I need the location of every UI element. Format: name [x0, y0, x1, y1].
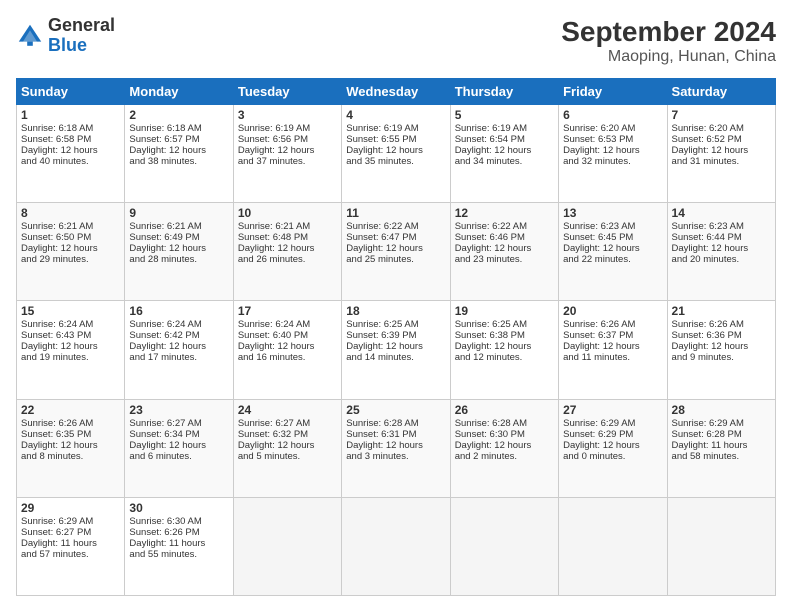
table-row: 15 Sunrise: 6:24 AMSunset: 6:43 PMDaylig…	[17, 301, 776, 399]
col-wednesday: Wednesday	[342, 79, 450, 105]
empty-cell-2	[342, 497, 450, 595]
day-sep30: 30 Sunrise: 6:30 AMSunset: 6:26 PMDaylig…	[125, 497, 233, 595]
page-subtitle: Maoping, Hunan, China	[561, 48, 776, 66]
table-row: 8 Sunrise: 6:21 AMSunset: 6:50 PMDayligh…	[17, 203, 776, 301]
day-sep27: 27 Sunrise: 6:29 AMSunset: 6:29 PMDaylig…	[559, 399, 667, 497]
day-sep2: 2 Sunrise: 6:18 AMSunset: 6:57 PMDayligh…	[125, 105, 233, 203]
col-tuesday: Tuesday	[233, 79, 341, 105]
empty-cell-1	[233, 497, 341, 595]
day-sep21: 21 Sunrise: 6:26 AMSunset: 6:36 PMDaylig…	[667, 301, 775, 399]
logo: General Blue	[16, 16, 115, 56]
logo-icon	[16, 22, 44, 50]
logo-text: General Blue	[48, 16, 115, 56]
day-sep18: 18 Sunrise: 6:25 AMSunset: 6:39 PMDaylig…	[342, 301, 450, 399]
day-sep29: 29 Sunrise: 6:29 AMSunset: 6:27 PMDaylig…	[17, 497, 125, 595]
day-sep10: 10 Sunrise: 6:21 AMSunset: 6:48 PMDaylig…	[233, 203, 341, 301]
day-sep8: 8 Sunrise: 6:21 AMSunset: 6:50 PMDayligh…	[17, 203, 125, 301]
calendar-table: Sunday Monday Tuesday Wednesday Thursday…	[16, 78, 776, 596]
day-sep9: 9 Sunrise: 6:21 AMSunset: 6:49 PMDayligh…	[125, 203, 233, 301]
day-sep1: 1 Sunrise: 6:18 AMSunset: 6:58 PMDayligh…	[17, 105, 125, 203]
day-sep23: 23 Sunrise: 6:27 AMSunset: 6:34 PMDaylig…	[125, 399, 233, 497]
day-sep26: 26 Sunrise: 6:28 AMSunset: 6:30 PMDaylig…	[450, 399, 558, 497]
day-sep11: 11 Sunrise: 6:22 AMSunset: 6:47 PMDaylig…	[342, 203, 450, 301]
empty-cell-5	[667, 497, 775, 595]
empty-cell-4	[559, 497, 667, 595]
col-monday: Monday	[125, 79, 233, 105]
page: General Blue September 2024 Maoping, Hun…	[0, 0, 792, 612]
day-sep19: 19 Sunrise: 6:25 AMSunset: 6:38 PMDaylig…	[450, 301, 558, 399]
logo-blue: Blue	[48, 35, 87, 55]
day-sep7: 7 Sunrise: 6:20 AMSunset: 6:52 PMDayligh…	[667, 105, 775, 203]
day-sep14: 14 Sunrise: 6:23 AMSunset: 6:44 PMDaylig…	[667, 203, 775, 301]
day-sep12: 12 Sunrise: 6:22 AMSunset: 6:46 PMDaylig…	[450, 203, 558, 301]
day-sep4: 4 Sunrise: 6:19 AMSunset: 6:55 PMDayligh…	[342, 105, 450, 203]
logo-general: General	[48, 15, 115, 35]
title-block: September 2024 Maoping, Hunan, China	[561, 16, 776, 66]
day-sep28: 28 Sunrise: 6:29 AMSunset: 6:28 PMDaylig…	[667, 399, 775, 497]
day-sep15: 15 Sunrise: 6:24 AMSunset: 6:43 PMDaylig…	[17, 301, 125, 399]
col-saturday: Saturday	[667, 79, 775, 105]
day-sep13: 13 Sunrise: 6:23 AMSunset: 6:45 PMDaylig…	[559, 203, 667, 301]
calendar-header-row: Sunday Monday Tuesday Wednesday Thursday…	[17, 79, 776, 105]
day-sep22: 22 Sunrise: 6:26 AMSunset: 6:35 PMDaylig…	[17, 399, 125, 497]
header: General Blue September 2024 Maoping, Hun…	[16, 16, 776, 66]
table-row: 22 Sunrise: 6:26 AMSunset: 6:35 PMDaylig…	[17, 399, 776, 497]
table-row: 29 Sunrise: 6:29 AMSunset: 6:27 PMDaylig…	[17, 497, 776, 595]
day-sep16: 16 Sunrise: 6:24 AMSunset: 6:42 PMDaylig…	[125, 301, 233, 399]
col-thursday: Thursday	[450, 79, 558, 105]
day-sep17: 17 Sunrise: 6:24 AMSunset: 6:40 PMDaylig…	[233, 301, 341, 399]
page-title: September 2024	[561, 16, 776, 48]
col-sunday: Sunday	[17, 79, 125, 105]
day-sep3: 3 Sunrise: 6:19 AMSunset: 6:56 PMDayligh…	[233, 105, 341, 203]
col-friday: Friday	[559, 79, 667, 105]
day-sep25: 25 Sunrise: 6:28 AMSunset: 6:31 PMDaylig…	[342, 399, 450, 497]
day-sep24: 24 Sunrise: 6:27 AMSunset: 6:32 PMDaylig…	[233, 399, 341, 497]
day-sep6: 6 Sunrise: 6:20 AMSunset: 6:53 PMDayligh…	[559, 105, 667, 203]
empty-cell-3	[450, 497, 558, 595]
day-sep5: 5 Sunrise: 6:19 AMSunset: 6:54 PMDayligh…	[450, 105, 558, 203]
day-sep20: 20 Sunrise: 6:26 AMSunset: 6:37 PMDaylig…	[559, 301, 667, 399]
table-row: 1 Sunrise: 6:18 AMSunset: 6:58 PMDayligh…	[17, 105, 776, 203]
